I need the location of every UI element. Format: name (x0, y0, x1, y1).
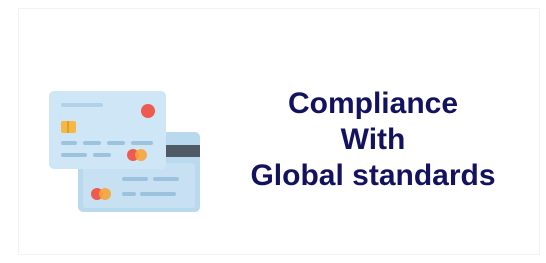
heading-line-3: Global standards (250, 159, 496, 192)
heading-line-1: Compliance (287, 87, 459, 120)
heading-line-2: With (340, 123, 406, 156)
feature-heading: Compliance With Global standards (200, 86, 546, 194)
feature-tile: Compliance With Global standards (0, 0, 546, 263)
credit-cards-icon (49, 91, 200, 212)
front-card (49, 91, 166, 169)
